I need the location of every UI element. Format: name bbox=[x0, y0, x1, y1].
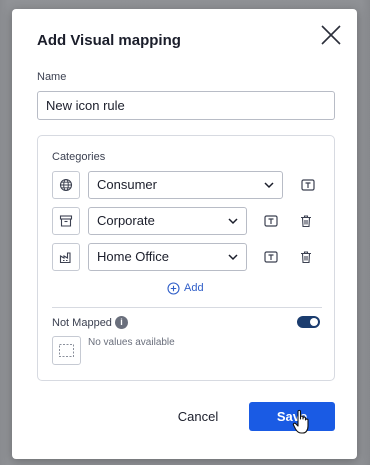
toggle-knob bbox=[310, 318, 318, 326]
save-button[interactable]: Save bbox=[249, 402, 335, 431]
empty-text: No values available bbox=[88, 337, 175, 348]
chevron-down-icon bbox=[228, 218, 238, 225]
category-select[interactable]: Home Office bbox=[88, 243, 247, 271]
plus-circle-icon bbox=[167, 281, 180, 295]
dialog-title: Add Visual mapping bbox=[37, 32, 181, 49]
icon-picker[interactable] bbox=[52, 207, 80, 235]
text-label-icon[interactable] bbox=[263, 249, 279, 265]
add-label: Add bbox=[184, 282, 204, 294]
categories-panel: Categories Consumer Corporate Home Offic… bbox=[37, 135, 335, 381]
info-icon[interactable]: i bbox=[115, 316, 128, 329]
trash-icon[interactable] bbox=[298, 249, 314, 265]
category-select[interactable]: Corporate bbox=[88, 207, 247, 235]
archive-icon bbox=[59, 215, 73, 227]
text-label-icon[interactable] bbox=[263, 213, 279, 229]
not-mapped-label: Not Mapped bbox=[52, 317, 112, 329]
mapping-row: Home Office bbox=[52, 243, 322, 271]
cancel-button[interactable]: Cancel bbox=[167, 403, 229, 431]
category-select-value: Consumer bbox=[97, 177, 157, 192]
categories-label: Categories bbox=[52, 151, 106, 163]
mapping-row: Consumer bbox=[52, 171, 322, 199]
icon-picker[interactable] bbox=[52, 243, 80, 271]
factory-icon bbox=[59, 252, 71, 264]
empty-placeholder-icon bbox=[52, 336, 81, 365]
category-select[interactable]: Consumer bbox=[88, 171, 283, 199]
text-label-icon[interactable] bbox=[300, 177, 316, 193]
add-button[interactable]: Add bbox=[167, 280, 204, 296]
globe-icon bbox=[59, 178, 73, 192]
name-input[interactable] bbox=[37, 91, 335, 120]
mapping-row: Corporate bbox=[52, 207, 322, 235]
trash-icon[interactable] bbox=[298, 213, 314, 229]
divider bbox=[52, 307, 322, 308]
name-label: Name bbox=[37, 71, 67, 83]
category-select-value: Corporate bbox=[97, 213, 155, 228]
not-mapped-toggle[interactable] bbox=[297, 316, 320, 328]
add-visual-mapping-dialog: Add Visual mapping Name Categories Consu… bbox=[12, 9, 357, 459]
icon-picker[interactable] bbox=[52, 171, 80, 199]
category-select-value: Home Office bbox=[97, 249, 170, 264]
chevron-down-icon bbox=[264, 182, 274, 189]
close-icon[interactable] bbox=[320, 24, 342, 46]
chevron-down-icon bbox=[228, 254, 238, 261]
